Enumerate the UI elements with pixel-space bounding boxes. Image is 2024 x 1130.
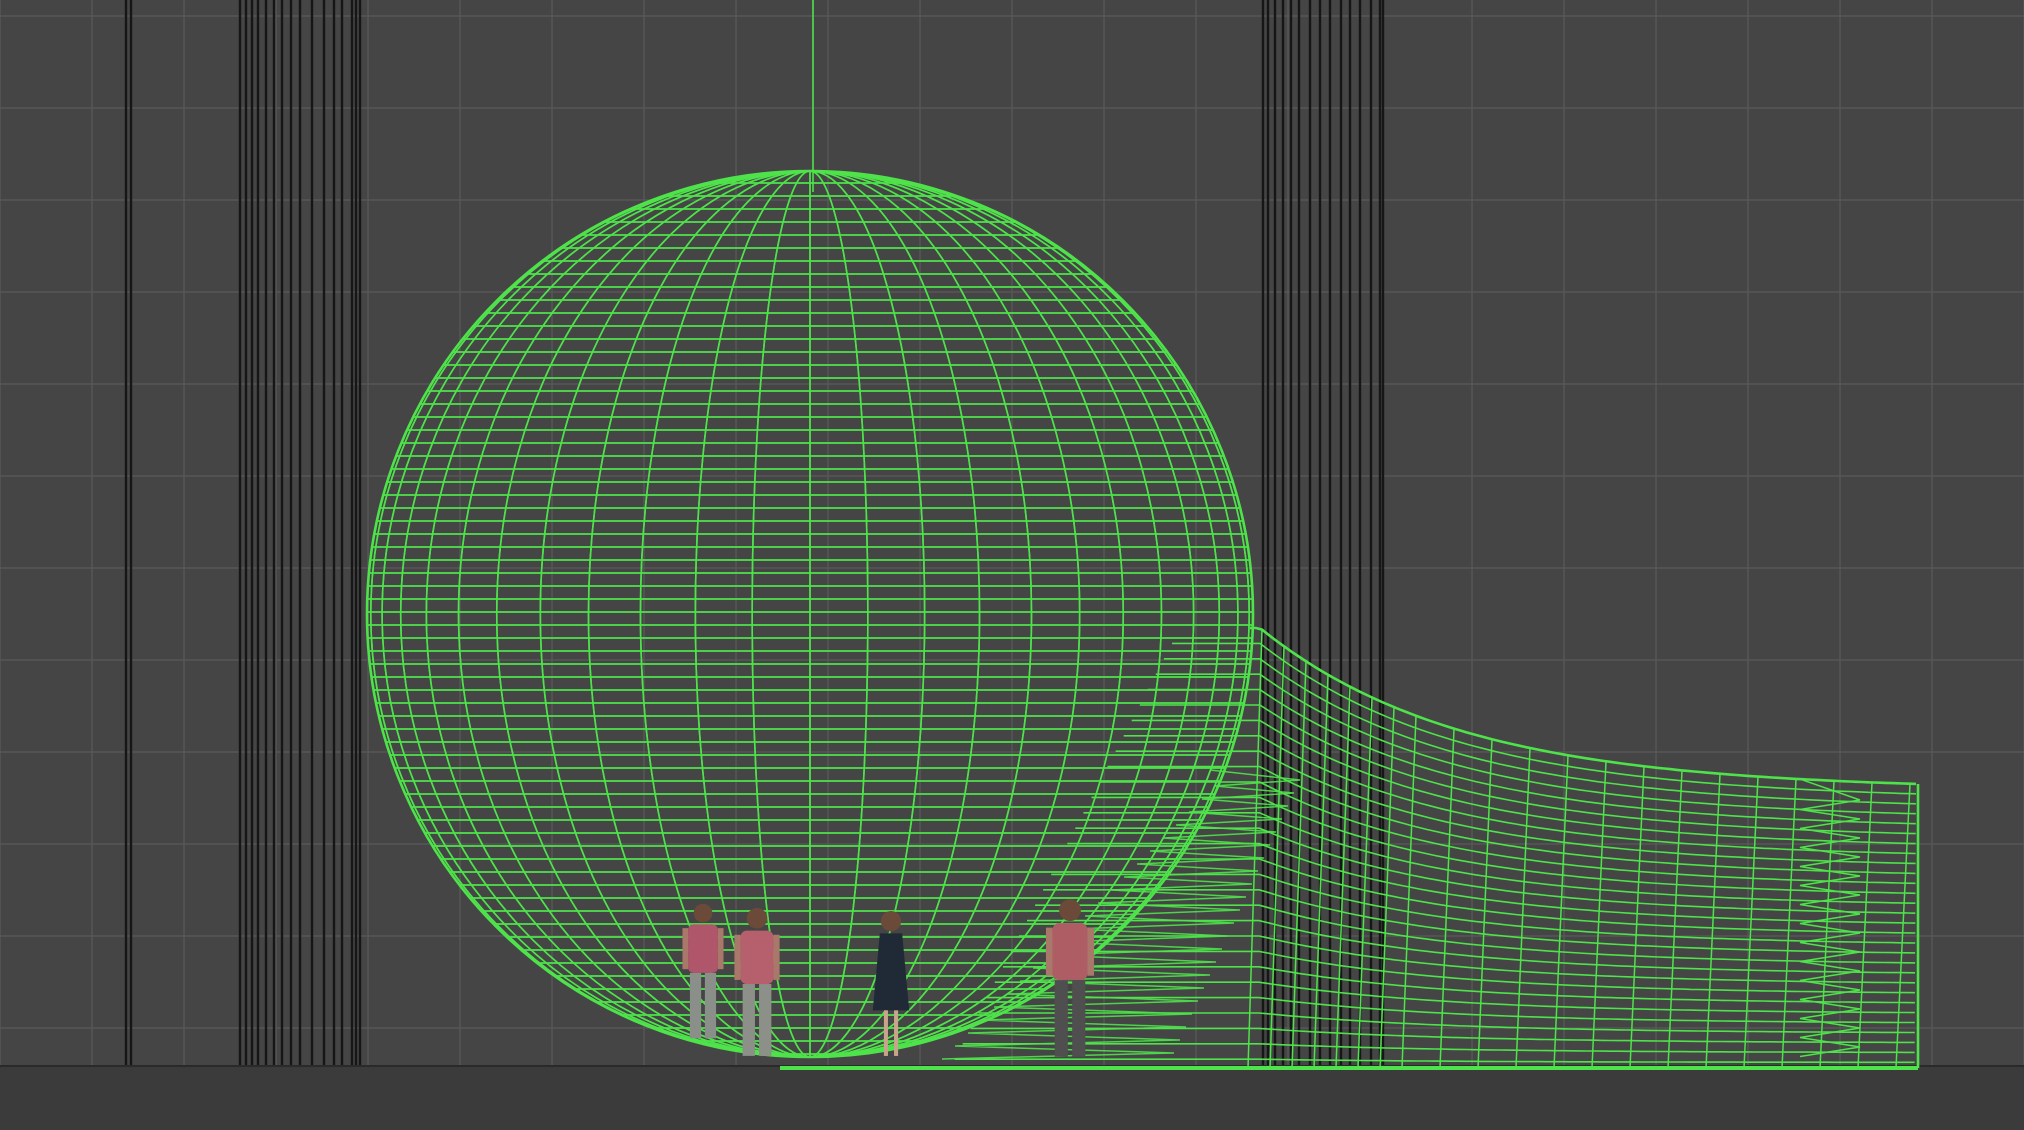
person-leg [759,984,772,1056]
person-shirt [688,924,718,973]
person-leg [742,984,755,1056]
person-arm [717,928,724,970]
scene-canvas[interactable] [0,0,2024,1130]
person-arm [682,928,689,970]
person-head [746,908,768,929]
person-arm [1045,927,1053,976]
ground-plane [0,1066,2024,1130]
person-shirt [740,930,774,985]
wireframe-viewport[interactable] [0,0,2024,1130]
person-head [1059,899,1081,922]
person-head [693,903,713,923]
person-arm [773,934,780,980]
person-leg [704,972,717,1039]
person-leg [1072,980,1086,1057]
person-leg [883,1010,888,1056]
person-arm [1087,927,1095,976]
person-head [880,911,902,932]
person-leg [689,972,702,1039]
person-arm [734,934,741,980]
person-leg [894,1010,899,1056]
person-leg [1054,980,1068,1057]
person-shirt [1052,923,1088,981]
